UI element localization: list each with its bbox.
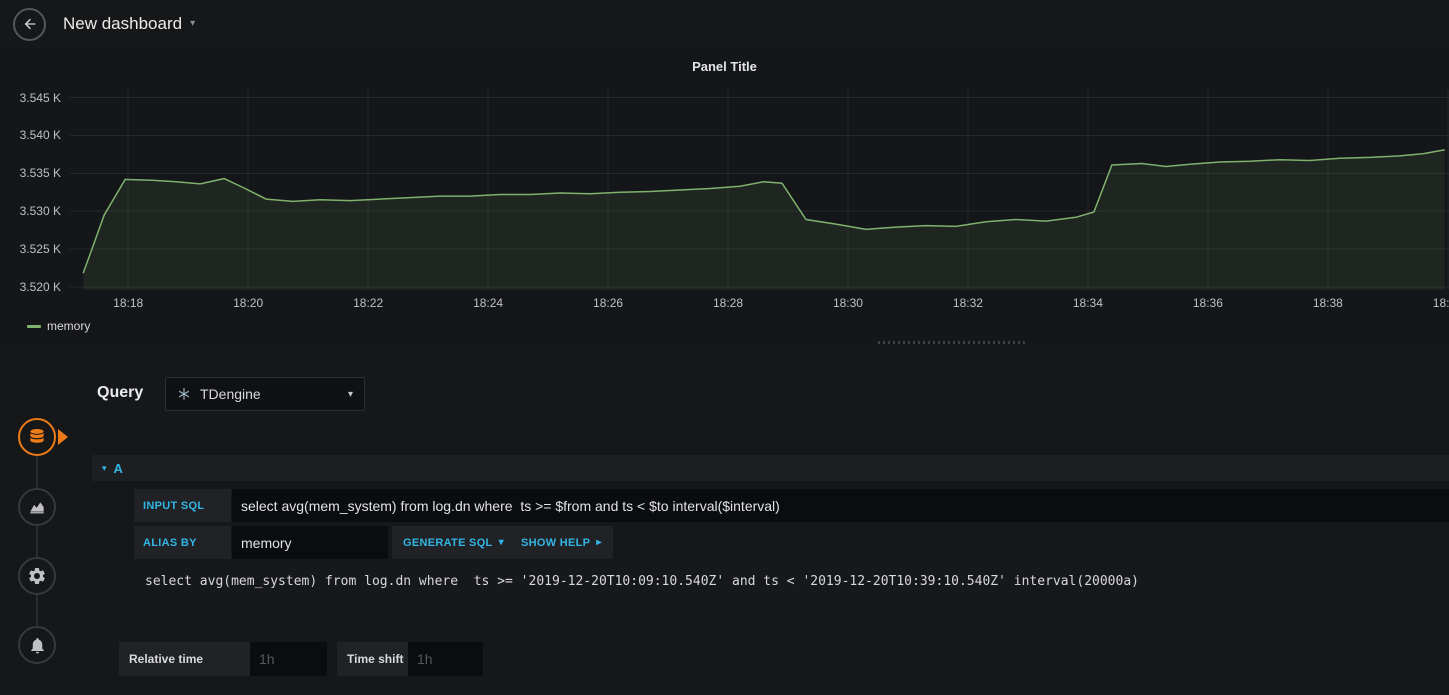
chevron-down-icon: ▾ (347, 388, 353, 400)
show-help-label: SHOW HELP (521, 536, 591, 549)
x-axis-tick: 18:18 (113, 296, 144, 310)
tab-rail-line (36, 437, 38, 645)
input-sql-label: INPUT SQL (134, 489, 231, 522)
time-shift-label: Time shift (337, 642, 408, 676)
collapse-chevron-icon: ▾ (102, 462, 107, 473)
tab-visualization[interactable] (18, 488, 56, 526)
x-axis-tick: 18:38 (1312, 296, 1343, 310)
y-axis-tick: 3.530 K (19, 204, 61, 219)
y-axis-tick: 3.540 K (19, 128, 61, 143)
tab-alert[interactable] (18, 626, 56, 664)
chart-legend: memory (27, 319, 90, 333)
chart-plot[interactable] (70, 90, 1449, 290)
top-nav: New dashboard ▾ (0, 0, 1449, 48)
dashboard-title: New dashboard (63, 14, 183, 33)
back-button[interactable] (13, 7, 46, 41)
y-axis-tick: 3.535 K (19, 166, 61, 181)
y-axis-labels: 3.520 K 3.525 K 3.530 K 3.535 K 3.540 K 3.545… (0, 90, 61, 294)
input-sql-field[interactable] (232, 489, 1449, 522)
query-row-header[interactable]: ▾ A (92, 455, 1449, 481)
datasource-picker[interactable]: TDengine ▾ (165, 377, 365, 411)
alias-by-label: ALIAS BY (134, 526, 231, 559)
x-axis-tick: 18:26 (593, 296, 624, 310)
time-shift-field[interactable] (408, 642, 483, 676)
x-axis-tick: 18:30 (832, 296, 863, 310)
database-icon (30, 429, 44, 443)
tab-general[interactable] (18, 557, 56, 595)
legend-color-swatch (27, 324, 41, 328)
datasource-name: TDengine (200, 386, 261, 402)
chevron-down-icon: ▾ (190, 18, 196, 29)
x-axis-tick: 18:28 (712, 296, 744, 310)
dashboard-title-dropdown[interactable]: New dashboard ▾ (63, 14, 195, 34)
x-axis-tick: 18:36 (1192, 296, 1223, 310)
show-help-button[interactable]: SHOW HELP ▸ (510, 526, 613, 559)
bell-icon (30, 637, 44, 653)
panel-title[interactable]: Panel Title (0, 59, 1449, 74)
x-axis-tick: 18:40 (1432, 296, 1449, 310)
grafana-dashboard-edit-page: New dashboard ▾ Panel Title 3.520 K 3.525… (0, 0, 1449, 695)
legend-series-name[interactable]: memory (47, 319, 90, 333)
tab-queries[interactable] (18, 418, 56, 456)
y-axis-tick: 3.520 K (19, 279, 61, 294)
scroll-indicator[interactable] (878, 341, 1028, 344)
alias-by-field[interactable] (232, 526, 388, 559)
chevron-right-icon: ▸ (596, 536, 602, 548)
active-tab-arrow (58, 429, 68, 445)
x-axis-tick: 18:24 (473, 296, 504, 310)
generated-sql-row: select avg(mem_system) from log.dn where… (134, 565, 1449, 598)
generate-sql-label: GENERATE SQL (403, 536, 493, 549)
chevron-down-icon: ▾ (498, 536, 504, 548)
x-axis-tick: 18:34 (1072, 296, 1103, 310)
y-axis-tick: 3.545 K (19, 90, 61, 105)
x-axis-tick: 18:22 (353, 296, 384, 310)
query-section-title: Query (97, 384, 144, 401)
generated-sql-text: select avg(mem_system) from log.dn where… (145, 574, 1139, 589)
x-axis-labels: 18:18 18:20 18:22 18:24 18:26 18:28 18:30 18:32… (70, 296, 1449, 312)
y-axis-tick: 3.525 K (19, 242, 61, 257)
tdengine-logo-icon (178, 388, 190, 400)
memory-line-chart (70, 90, 1449, 290)
gear-icon (29, 568, 45, 584)
relative-time-field[interactable] (250, 642, 327, 676)
x-axis-tick: 18:32 (952, 296, 983, 310)
generate-sql-button[interactable]: GENERATE SQL ▾ (392, 526, 515, 559)
relative-time-label: Relative time (119, 642, 250, 676)
graph-icon (30, 502, 44, 514)
arrow-left-icon (24, 18, 35, 30)
query-ref-id: A (113, 460, 123, 476)
graph-panel: Panel Title 3.520 K 3.525 K 3.530 K 3.535 K… (0, 48, 1449, 345)
x-axis-tick: 18:20 (233, 296, 264, 310)
